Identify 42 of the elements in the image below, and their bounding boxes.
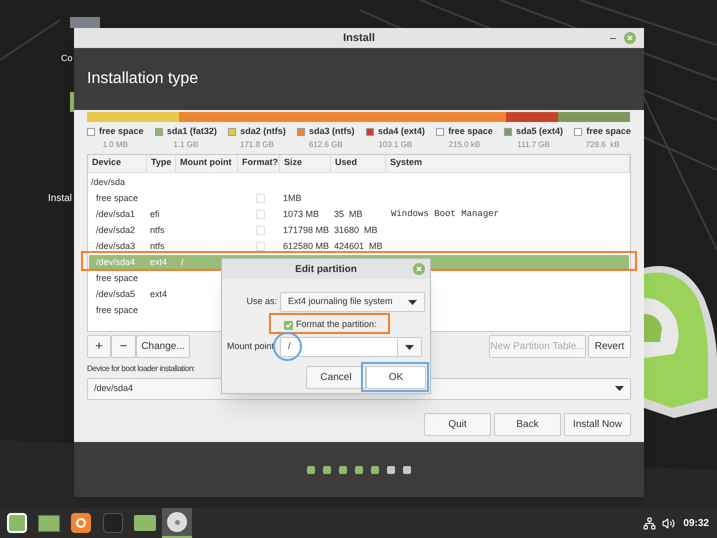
page-heading: Installation type (87, 69, 198, 89)
legend-label: free space (99, 125, 144, 138)
table-cell-text: ext4 (149, 256, 168, 269)
table-cell-text: 35 MB (333, 208, 364, 221)
mount-point-value: / (287, 340, 292, 354)
legend-label: sda5 (ext4) (516, 125, 564, 138)
legend-size: 1.0 MB (102, 138, 128, 150)
table-cell-text: 171798 MB (282, 224, 330, 237)
legend-label: free space (586, 125, 631, 138)
table-cell-text: 31680 MB (333, 224, 379, 237)
legend-label: sda1 (fat32) (166, 125, 217, 138)
mount-point-label: Mount point (227, 340, 276, 354)
legend-label: sda2 (ntfs) (240, 125, 286, 138)
table-cell-text: Windows Boot Manager (390, 208, 500, 221)
table-cell-text: ntfs (149, 240, 166, 253)
table-cell-text: ntfs (149, 224, 166, 237)
table-cell-text: 1073 MB (282, 208, 320, 221)
legend-label: sda4 (ext4) (378, 125, 425, 138)
use-as-label: Use as: (245, 295, 278, 308)
legend-size: 1.1 GB (173, 138, 198, 150)
legend-size: 171.8 GB (240, 138, 274, 150)
legend-size: 103.1 GB (378, 138, 412, 150)
bootloader-label: Device for boot loader installation: (87, 362, 195, 374)
table-cell-text: 424601 MB (333, 240, 384, 253)
legend-size: 215.0 kB (448, 138, 480, 150)
table-cell-text: efi (149, 208, 161, 221)
dropdown-value: /dev/sda4 (94, 382, 134, 395)
table-cell-text: / (180, 256, 185, 269)
table-cell-text: ext4 (149, 288, 168, 301)
desktop-icon-label: Instal (48, 192, 72, 206)
table-cell-text: 612580 MB (282, 240, 330, 253)
dropdown-value: Ext4 journaling file system (288, 295, 393, 308)
legend-label: free space (448, 125, 493, 138)
desktop-icon-label: Co (61, 52, 73, 65)
dialog-title: Edit partition (295, 262, 357, 276)
table-cell-text: 1MB (282, 192, 303, 205)
legend-size: 111.7 GB (517, 138, 550, 150)
window-title: Install (343, 30, 375, 46)
legend-size: 728.6 kB (586, 138, 620, 150)
format-label: Format the partition: (296, 318, 377, 332)
legend-label: sda3 (ntfs) (309, 125, 355, 138)
legend-size: 612.6 GB (308, 138, 343, 150)
